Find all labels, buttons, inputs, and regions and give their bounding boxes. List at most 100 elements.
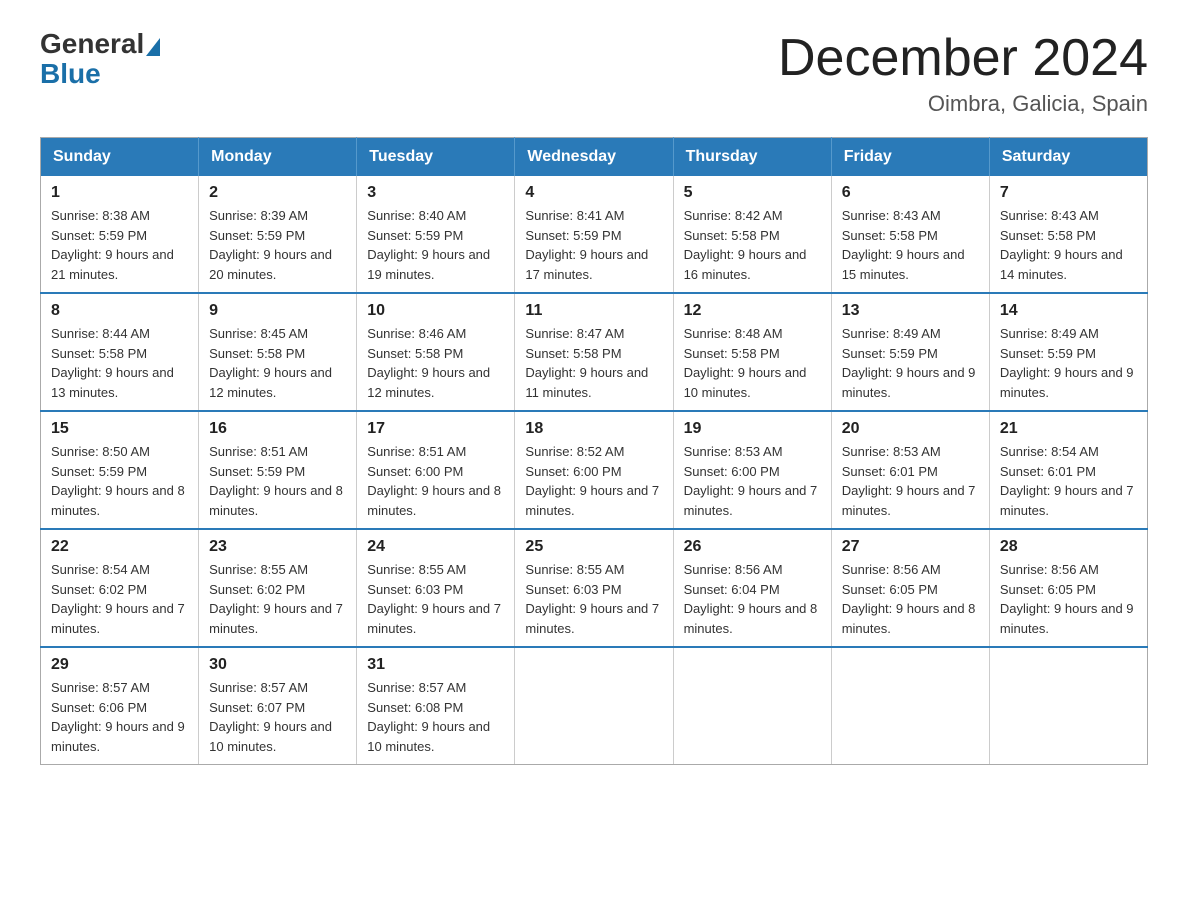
day-cell: 8 Sunrise: 8:44 AM Sunset: 5:58 PM Dayli…	[41, 293, 199, 411]
day-cell: 4 Sunrise: 8:41 AM Sunset: 5:59 PM Dayli…	[515, 176, 673, 293]
day-info: Sunrise: 8:43 AM Sunset: 5:58 PM Dayligh…	[1000, 206, 1137, 284]
day-number: 14	[1000, 302, 1137, 320]
day-cell: 15 Sunrise: 8:50 AM Sunset: 5:59 PM Dayl…	[41, 411, 199, 529]
day-info: Sunrise: 8:56 AM Sunset: 6:05 PM Dayligh…	[842, 560, 979, 638]
week-row-1: 1 Sunrise: 8:38 AM Sunset: 5:59 PM Dayli…	[41, 176, 1148, 293]
day-cell: 21 Sunrise: 8:54 AM Sunset: 6:01 PM Dayl…	[989, 411, 1147, 529]
day-cell: 28 Sunrise: 8:56 AM Sunset: 6:05 PM Dayl…	[989, 529, 1147, 647]
day-info: Sunrise: 8:38 AM Sunset: 5:59 PM Dayligh…	[51, 206, 188, 284]
day-number: 19	[684, 420, 821, 438]
day-number: 5	[684, 184, 821, 202]
day-info: Sunrise: 8:41 AM Sunset: 5:59 PM Dayligh…	[525, 206, 662, 284]
day-number: 12	[684, 302, 821, 320]
day-number: 11	[525, 302, 662, 320]
day-number: 16	[209, 420, 346, 438]
day-info: Sunrise: 8:55 AM Sunset: 6:03 PM Dayligh…	[367, 560, 504, 638]
day-info: Sunrise: 8:55 AM Sunset: 6:02 PM Dayligh…	[209, 560, 346, 638]
day-number: 3	[367, 184, 504, 202]
day-info: Sunrise: 8:46 AM Sunset: 5:58 PM Dayligh…	[367, 324, 504, 402]
weekday-header-saturday: Saturday	[989, 138, 1147, 177]
day-number: 1	[51, 184, 188, 202]
logo-general-text: General	[40, 30, 144, 58]
day-number: 26	[684, 538, 821, 556]
day-number: 22	[51, 538, 188, 556]
day-cell: 22 Sunrise: 8:54 AM Sunset: 6:02 PM Dayl…	[41, 529, 199, 647]
day-cell: 19 Sunrise: 8:53 AM Sunset: 6:00 PM Dayl…	[673, 411, 831, 529]
day-number: 21	[1000, 420, 1137, 438]
day-cell: 26 Sunrise: 8:56 AM Sunset: 6:04 PM Dayl…	[673, 529, 831, 647]
day-cell: 23 Sunrise: 8:55 AM Sunset: 6:02 PM Dayl…	[199, 529, 357, 647]
day-cell: 10 Sunrise: 8:46 AM Sunset: 5:58 PM Dayl…	[357, 293, 515, 411]
day-cell: 30 Sunrise: 8:57 AM Sunset: 6:07 PM Dayl…	[199, 647, 357, 765]
day-number: 17	[367, 420, 504, 438]
location-subtitle: Oimbra, Galicia, Spain	[778, 91, 1148, 117]
day-number: 9	[209, 302, 346, 320]
day-info: Sunrise: 8:39 AM Sunset: 5:59 PM Dayligh…	[209, 206, 346, 284]
weekday-header-monday: Monday	[199, 138, 357, 177]
week-row-2: 8 Sunrise: 8:44 AM Sunset: 5:58 PM Dayli…	[41, 293, 1148, 411]
day-info: Sunrise: 8:57 AM Sunset: 6:06 PM Dayligh…	[51, 678, 188, 756]
title-section: December 2024 Oimbra, Galicia, Spain	[778, 30, 1148, 117]
day-cell: 1 Sunrise: 8:38 AM Sunset: 5:59 PM Dayli…	[41, 176, 199, 293]
day-info: Sunrise: 8:42 AM Sunset: 5:58 PM Dayligh…	[684, 206, 821, 284]
day-info: Sunrise: 8:51 AM Sunset: 5:59 PM Dayligh…	[209, 442, 346, 520]
day-cell: 25 Sunrise: 8:55 AM Sunset: 6:03 PM Dayl…	[515, 529, 673, 647]
day-number: 13	[842, 302, 979, 320]
day-number: 25	[525, 538, 662, 556]
logo-blue-text: Blue	[40, 58, 101, 90]
day-cell	[515, 647, 673, 765]
week-row-4: 22 Sunrise: 8:54 AM Sunset: 6:02 PM Dayl…	[41, 529, 1148, 647]
day-info: Sunrise: 8:57 AM Sunset: 6:07 PM Dayligh…	[209, 678, 346, 756]
day-cell: 16 Sunrise: 8:51 AM Sunset: 5:59 PM Dayl…	[199, 411, 357, 529]
day-number: 6	[842, 184, 979, 202]
day-cell: 18 Sunrise: 8:52 AM Sunset: 6:00 PM Dayl…	[515, 411, 673, 529]
day-cell: 27 Sunrise: 8:56 AM Sunset: 6:05 PM Dayl…	[831, 529, 989, 647]
day-number: 30	[209, 656, 346, 674]
day-cell: 20 Sunrise: 8:53 AM Sunset: 6:01 PM Dayl…	[831, 411, 989, 529]
day-number: 23	[209, 538, 346, 556]
weekday-header-thursday: Thursday	[673, 138, 831, 177]
day-cell: 31 Sunrise: 8:57 AM Sunset: 6:08 PM Dayl…	[357, 647, 515, 765]
day-cell: 13 Sunrise: 8:49 AM Sunset: 5:59 PM Dayl…	[831, 293, 989, 411]
day-info: Sunrise: 8:52 AM Sunset: 6:00 PM Dayligh…	[525, 442, 662, 520]
day-number: 2	[209, 184, 346, 202]
weekday-header-wednesday: Wednesday	[515, 138, 673, 177]
day-info: Sunrise: 8:53 AM Sunset: 6:01 PM Dayligh…	[842, 442, 979, 520]
day-info: Sunrise: 8:49 AM Sunset: 5:59 PM Dayligh…	[842, 324, 979, 402]
day-number: 29	[51, 656, 188, 674]
day-info: Sunrise: 8:45 AM Sunset: 5:58 PM Dayligh…	[209, 324, 346, 402]
day-info: Sunrise: 8:55 AM Sunset: 6:03 PM Dayligh…	[525, 560, 662, 638]
weekday-header-tuesday: Tuesday	[357, 138, 515, 177]
logo-triangle-icon	[146, 38, 160, 56]
day-info: Sunrise: 8:48 AM Sunset: 5:58 PM Dayligh…	[684, 324, 821, 402]
day-cell: 2 Sunrise: 8:39 AM Sunset: 5:59 PM Dayli…	[199, 176, 357, 293]
weekday-header-sunday: Sunday	[41, 138, 199, 177]
day-number: 4	[525, 184, 662, 202]
day-info: Sunrise: 8:56 AM Sunset: 6:04 PM Dayligh…	[684, 560, 821, 638]
page-header: General Blue December 2024 Oimbra, Galic…	[40, 30, 1148, 117]
day-cell: 14 Sunrise: 8:49 AM Sunset: 5:59 PM Dayl…	[989, 293, 1147, 411]
day-number: 20	[842, 420, 979, 438]
day-number: 7	[1000, 184, 1137, 202]
day-cell: 6 Sunrise: 8:43 AM Sunset: 5:58 PM Dayli…	[831, 176, 989, 293]
day-info: Sunrise: 8:47 AM Sunset: 5:58 PM Dayligh…	[525, 324, 662, 402]
day-info: Sunrise: 8:49 AM Sunset: 5:59 PM Dayligh…	[1000, 324, 1137, 402]
day-info: Sunrise: 8:54 AM Sunset: 6:02 PM Dayligh…	[51, 560, 188, 638]
logo: General Blue	[40, 30, 162, 90]
day-info: Sunrise: 8:44 AM Sunset: 5:58 PM Dayligh…	[51, 324, 188, 402]
day-number: 8	[51, 302, 188, 320]
day-info: Sunrise: 8:40 AM Sunset: 5:59 PM Dayligh…	[367, 206, 504, 284]
day-info: Sunrise: 8:54 AM Sunset: 6:01 PM Dayligh…	[1000, 442, 1137, 520]
day-info: Sunrise: 8:43 AM Sunset: 5:58 PM Dayligh…	[842, 206, 979, 284]
day-cell: 3 Sunrise: 8:40 AM Sunset: 5:59 PM Dayli…	[357, 176, 515, 293]
day-cell: 29 Sunrise: 8:57 AM Sunset: 6:06 PM Dayl…	[41, 647, 199, 765]
day-cell: 7 Sunrise: 8:43 AM Sunset: 5:58 PM Dayli…	[989, 176, 1147, 293]
week-row-3: 15 Sunrise: 8:50 AM Sunset: 5:59 PM Dayl…	[41, 411, 1148, 529]
day-number: 24	[367, 538, 504, 556]
day-cell: 9 Sunrise: 8:45 AM Sunset: 5:58 PM Dayli…	[199, 293, 357, 411]
day-number: 28	[1000, 538, 1137, 556]
day-info: Sunrise: 8:56 AM Sunset: 6:05 PM Dayligh…	[1000, 560, 1137, 638]
day-info: Sunrise: 8:57 AM Sunset: 6:08 PM Dayligh…	[367, 678, 504, 756]
day-number: 10	[367, 302, 504, 320]
month-title: December 2024	[778, 30, 1148, 87]
